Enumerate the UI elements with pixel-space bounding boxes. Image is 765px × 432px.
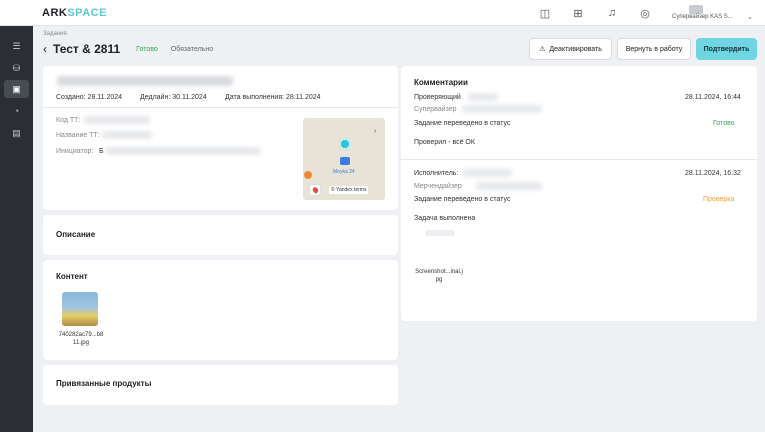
pie-icon[interactable]: ◔ <box>4 102 29 120</box>
database-icon[interactable]: ⛁ <box>4 59 29 77</box>
initiator-initial: Б <box>99 148 104 155</box>
created-date: Создано: 28.11.2024 <box>56 94 123 101</box>
compass-icon[interactable]: ◎ <box>638 6 652 20</box>
comment-status-text: Задание переведено в статус <box>414 196 511 203</box>
breadcrumb[interactable]: Задания <box>43 31 67 37</box>
comment-author-redacted <box>468 93 498 101</box>
comment-sub-redacted <box>476 182 542 190</box>
comment-subrole: Супервайзер <box>414 106 457 113</box>
comment-status: Готово <box>713 120 735 127</box>
back-icon[interactable]: ‹ <box>43 42 47 56</box>
description-card <box>43 215 398 255</box>
attachment-file-name[interactable]: Screenshot...inal.jpg <box>414 268 464 284</box>
content-heading: Контент <box>56 272 88 281</box>
location-map[interactable]: › Moyka 24 © Yandex terms <box>303 118 385 200</box>
user-name[interactable]: Супервайзер KAS S... <box>672 14 733 20</box>
comment-status: Проверка <box>703 196 735 203</box>
confirm-button[interactable]: Подтвердить <box>696 38 757 60</box>
panel-icon[interactable]: ▣ <box>4 80 29 98</box>
name-redacted <box>102 131 152 139</box>
map-place-label: Moyka 24 <box>333 169 355 175</box>
grid-icon[interactable]: ⊞ <box>571 6 585 20</box>
comment-message: Проверил - всё ОК <box>414 139 475 146</box>
divider <box>401 159 757 160</box>
priority-badge: Обязательно <box>170 45 214 53</box>
content-thumbnail[interactable] <box>62 292 98 326</box>
title-row: ‹ Тест & 2811 Готово Обязательно <box>43 41 213 57</box>
initiator-redacted <box>106 147 261 155</box>
attachment-preview[interactable] <box>425 230 455 236</box>
chevron-down-icon[interactable]: ⌄ <box>747 13 753 21</box>
comment-message: Задача выполнена <box>414 215 476 222</box>
location-pin-icon <box>339 138 351 150</box>
content-file-name[interactable]: 740282ac79...b811.jpg <box>58 331 104 347</box>
comment-author-redacted <box>462 169 512 177</box>
comment-date: 28.11.2024, 16:44 <box>685 94 741 101</box>
sidebar: ☰ ⛁ ▣ ◔ ▤ <box>0 0 33 432</box>
deactivate-button[interactable]: ⚠ Деактивировать <box>529 38 612 60</box>
code-redacted <box>84 116 150 124</box>
map-attribution[interactable]: © Yandex terms <box>329 186 369 194</box>
description-heading: Описание <box>56 230 96 239</box>
topbar: ARKSPACE ◫ ⊞ ♫ ◎ Супервайзер KAS S... ⌄ <box>0 0 765 26</box>
divider <box>43 107 398 108</box>
status-badge: Готово <box>136 45 158 53</box>
code-label: Код ТТ: <box>56 117 81 124</box>
name-label: Название ТТ: <box>56 132 100 139</box>
poi-icon <box>304 171 312 179</box>
comment-date: 28.11.2024, 16:32 <box>685 170 741 177</box>
chevron-right-icon: › <box>374 128 377 135</box>
comment-subrole: Мерчендайзер <box>414 183 462 190</box>
avatar[interactable] <box>689 5 703 14</box>
deadline-date: Дедлайн: 30.11.2024 <box>140 94 207 101</box>
return-to-work-button[interactable]: Вернуть в работу <box>617 38 691 60</box>
page-title: Тест & 2811 <box>53 42 121 56</box>
box-icon[interactable]: ▤ <box>4 124 29 142</box>
car-icon <box>340 157 350 165</box>
comments-heading: Комментарии <box>414 78 468 87</box>
warning-icon: ⚠ <box>539 46 546 53</box>
comment-role: Проверяющий <box>414 94 461 101</box>
completed-date: Дата выполнения: 28.11.2024 <box>225 94 321 101</box>
comment-role: Исполнитель: <box>414 170 459 177</box>
app-logo[interactable]: ARKSPACE <box>42 7 107 19</box>
task-name-redacted <box>57 76 233 86</box>
map-marker-icon[interactable] <box>309 184 321 196</box>
list-icon[interactable]: ☰ <box>4 37 29 55</box>
initiator-label: Инициатор: <box>56 148 94 155</box>
products-heading: Привязанные продукты <box>56 379 152 388</box>
chat-icon[interactable]: ◫ <box>538 6 552 20</box>
comment-status-text: Задание переведено в статус <box>414 120 511 127</box>
comment-sub-redacted <box>462 105 542 113</box>
bell-icon[interactable]: ♫ <box>605 6 619 20</box>
